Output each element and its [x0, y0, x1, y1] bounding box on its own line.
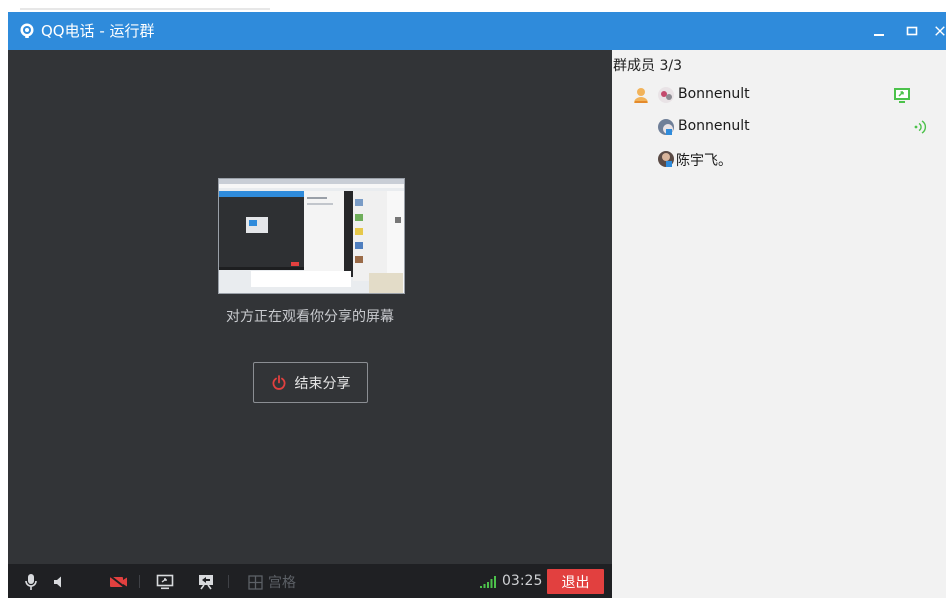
window-top-strip [0, 0, 946, 12]
signal-icon [480, 576, 496, 588]
minimize-icon [874, 34, 884, 36]
window-title: QQ电话 - 运行群 [41, 22, 155, 40]
shared-screen-preview[interactable] [218, 178, 405, 294]
microphone-icon [25, 574, 37, 590]
video-stage: 对方正在观看你分享的屏幕 结束分享 [8, 50, 612, 564]
screen-share-button[interactable] [155, 573, 175, 591]
member-name: Bonnenult [678, 86, 750, 102]
camera-button[interactable] [107, 573, 129, 591]
title-bar[interactable]: QQ电话 - 运行群 [8, 12, 946, 50]
left-gutter [0, 12, 8, 598]
camera-off-icon [108, 574, 128, 590]
member-count: 群成员 3/3 [613, 58, 682, 74]
minimize-button[interactable] [868, 20, 890, 42]
screen-share-icon [894, 88, 910, 103]
share-video-icon [199, 575, 213, 590]
speaker-icon [54, 576, 61, 588]
end-share-button[interactable]: 结束分享 [253, 362, 368, 403]
avatar [658, 119, 674, 135]
power-icon [272, 374, 285, 390]
call-timer: 03:25 [502, 573, 543, 589]
avatar [658, 87, 674, 103]
member-row[interactable]: Bonnenult [612, 82, 946, 108]
member-panel: 群成员 3/3 Bonnenult Bonnenult 陈宇飞。 [612, 50, 946, 598]
exit-call-label: 退出 [561, 574, 590, 591]
member-row[interactable]: 陈宇飞。 [612, 146, 946, 172]
host-icon [634, 88, 648, 103]
grid-icon [248, 574, 263, 590]
close-button[interactable] [934, 20, 946, 42]
toolbar-separator [228, 575, 229, 588]
speaking-icon [914, 120, 927, 134]
maximize-button[interactable] [901, 20, 923, 42]
maximize-icon [906, 26, 918, 36]
shared-screen-thumbnail-image [219, 179, 404, 293]
grid-view-button[interactable]: 宫格 [248, 573, 308, 591]
end-share-label: 结束分享 [294, 375, 351, 392]
member-name: 陈宇飞。 [676, 153, 732, 169]
screen-share-icon [156, 574, 174, 590]
microphone-button[interactable] [22, 573, 40, 591]
speaker-button[interactable] [51, 573, 69, 591]
member-name: Bonnenult [678, 118, 750, 134]
call-toolbar: 宫格 03:25 退出 [8, 564, 612, 598]
toolbar-separator [139, 575, 140, 588]
member-row[interactable]: Bonnenult [612, 114, 946, 140]
qq-app-icon [20, 23, 34, 38]
top-strip-line [20, 8, 270, 10]
exit-call-button[interactable]: 退出 [547, 569, 604, 594]
grid-view-label: 宫格 [268, 575, 296, 591]
avatar [658, 151, 674, 167]
share-video-button[interactable] [196, 573, 216, 591]
close-icon [935, 26, 945, 36]
share-status-text: 对方正在观看你分享的屏幕 [226, 309, 394, 325]
